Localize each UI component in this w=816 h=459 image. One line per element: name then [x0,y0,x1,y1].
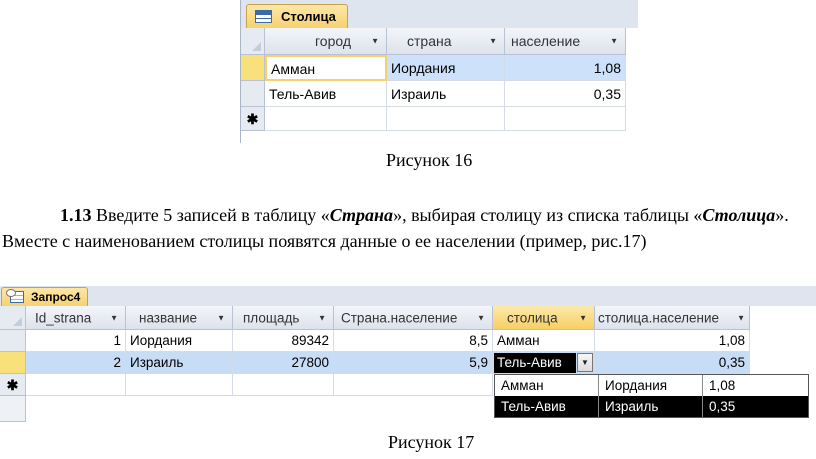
column-label: столица [507,310,558,325]
row-selector[interactable] [0,330,26,352]
column-header-id-strana[interactable]: Id_strana ▼ [26,306,126,330]
column-label: площадь [243,310,300,325]
figure-16-caption: Рисунок 16 [386,150,473,170]
new-record-icon[interactable]: ✱ [0,374,26,396]
table-cell[interactable] [265,107,387,131]
dropdown-city: Тель-Авив [495,396,599,417]
column-label: название [139,310,198,325]
chevron-down-icon[interactable]: ▼ [371,37,379,46]
table-cell[interactable]: 2 [26,352,126,374]
chevron-down-icon[interactable]: ▼ [579,313,587,322]
table-cell[interactable]: Иордания [126,330,233,352]
table-cell[interactable] [126,374,233,396]
table-cell[interactable]: 27800 [233,352,334,374]
chevron-down-icon[interactable]: ▼ [610,37,618,46]
table-cell[interactable]: 89342 [233,330,334,352]
instruction-paragraph: 1.13 Введите 5 записей в таблицу «Страна… [2,202,810,254]
table-name-stolitsa: Столица [702,205,776,225]
chevron-down-icon[interactable]: ▼ [318,313,326,322]
column-header-ploshchad[interactable]: площадь ▼ [233,306,334,330]
column-header-strana[interactable]: страна ▼ [387,28,505,55]
column-label: Id_strana [35,310,92,325]
chevron-down-icon[interactable]: ▼ [477,313,485,322]
table-cell[interactable] [505,107,626,131]
row-selector[interactable] [241,81,265,107]
capital-dropdown-list[interactable]: Амман Иордания 1,08 Тель-Авив Израиль 0,… [494,374,809,418]
query-icon [6,289,24,303]
column-label: Страна.население [341,310,458,325]
column-label: страна [407,33,452,49]
table-cell[interactable]: Тель-Авив [265,81,387,107]
row-selector[interactable] [0,352,26,374]
table-cell[interactable]: 0,35 [595,352,750,374]
row-selector [0,396,26,422]
column-header-nazvanie[interactable]: название ▼ [126,306,233,330]
tab-zapros4[interactable]: Запрос4 [1,287,88,307]
chevron-down-icon[interactable]: ▼ [110,313,118,322]
tab-label: Запрос4 [31,290,81,304]
column-header-gorod[interactable]: город ▼ [265,28,387,55]
table-cell[interactable] [233,374,334,396]
tab-stolitsa[interactable]: Столица [246,4,348,29]
dropdown-country: Иордания [599,375,703,396]
table-cell[interactable]: Иордания [387,55,505,81]
dropdown-pop: 1,08 [709,378,736,393]
dropdown-option[interactable]: Амман Иордания 1,08 [495,375,808,396]
table-cell[interactable] [334,374,493,396]
column-header-stolitsa-naselenie[interactable]: столица.население ▼ [595,306,750,330]
table-cell[interactable]: 5,9 [334,352,493,374]
row-selector[interactable] [241,55,265,81]
table-cell[interactable]: Амман [265,55,387,81]
dropdown-pop: 0,35 [709,399,736,414]
table-cell[interactable]: 8,5 [334,330,493,352]
figure-17-caption: Рисунок 17 [388,432,475,452]
table-stolitsa-screenshot: Столица город ▼ страна ▼ население ▼ Амм… [240,0,638,143]
table-cell[interactable] [387,107,505,131]
table-icon [255,10,272,23]
column-label: город [315,33,352,49]
new-record-icon[interactable]: ✱ [241,107,265,131]
dropdown-city: Амман [495,375,599,396]
table-cell[interactable]: Израиль [126,352,233,374]
chevron-down-icon[interactable]: ▼ [737,313,745,322]
table-cell[interactable] [26,374,126,396]
select-all-corner[interactable] [241,28,265,55]
table-name-strana: Страна [329,205,394,225]
column-header-strana-naselenie[interactable]: Страна.население ▼ [334,306,493,330]
chevron-down-icon[interactable]: ▼ [217,313,225,322]
tab-bar: Запрос4 [0,286,816,307]
table-cell[interactable]: 0,35 [505,81,626,107]
table-cell[interactable]: Амман [493,330,595,352]
column-header-stolitsa[interactable]: столица ▼ [493,306,595,330]
table-cell[interactable]: 1,08 [505,55,626,81]
capital-combo-value[interactable]: Тель-Авив [494,353,576,373]
instruction-text: Введите 5 записей в таблицу « [91,205,330,225]
table-cell[interactable]: 1 [26,330,126,352]
chevron-down-icon[interactable]: ▼ [577,353,593,372]
chevron-down-icon[interactable]: ▼ [489,37,497,46]
column-label: население [511,33,581,49]
dropdown-country: Израиль [599,396,703,417]
query-zapros4-screenshot: Запрос4 Id_strana ▼ название ▼ площадь ▼… [0,286,816,422]
table-cell[interactable]: Израиль [387,81,505,107]
column-header-naselenie[interactable]: население ▼ [505,28,626,55]
select-all-corner[interactable] [0,306,26,330]
column-label: столица.население [598,310,720,325]
table-cell[interactable]: 1,08 [595,330,750,352]
step-number: 1.13 [60,205,92,225]
dropdown-option-highlighted[interactable]: Тель-Авив Израиль 0,35 [495,396,808,417]
datasheet-grid: город ▼ страна ▼ население ▼ Амман Иорда… [241,28,638,143]
instruction-text: », выбирая столицу из списка таблицы « [393,205,703,225]
tab-label: Столица [281,9,336,24]
